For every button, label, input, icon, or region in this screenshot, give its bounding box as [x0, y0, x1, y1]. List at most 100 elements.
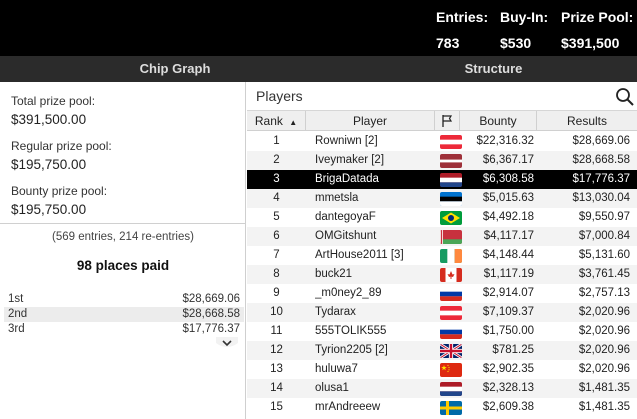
row-bounty: $4,492.18: [482, 211, 534, 223]
tab-structure[interactable]: Structure: [350, 56, 637, 82]
row-rank: 4: [273, 192, 280, 204]
row-results: $2,020.96: [578, 325, 630, 337]
total-prize-pool-value: $391,500.00: [11, 112, 87, 127]
row-bounty: $781.25: [492, 344, 534, 356]
tournament-summary-bar: Entries: 783 Buy-In: $530 Prize Pool: $3…: [0, 0, 637, 56]
column-bounty[interactable]: Bounty: [460, 111, 537, 131]
sweden-flag-icon: [440, 401, 462, 415]
payout-amount: $17,776.37: [182, 323, 240, 335]
row-results: $28,668.58: [572, 154, 630, 166]
brazil-flag-icon: [440, 211, 462, 225]
table-row[interactable]: 15 mrAndreeew $2,609.38 $1,481.35: [247, 398, 637, 417]
row-results: $1,481.35: [578, 382, 630, 394]
row-rank: 14: [270, 382, 283, 394]
row-rank: 3: [273, 173, 280, 185]
places-paid: 98 places paid: [76, 258, 170, 273]
total-prize-pool-label: Total prize pool:: [11, 94, 96, 108]
search-icon[interactable]: [615, 87, 635, 107]
table-row[interactable]: 10 Tydarax $7,109.37 $2,020.96: [247, 303, 637, 322]
payout-amount: $28,669.06: [182, 293, 240, 305]
players-panel: Players Rank ▲ Player Bounty Results 1 Ro…: [247, 82, 637, 419]
row-player-name: buck21: [315, 268, 353, 280]
table-row[interactable]: 4 mmetsla $5,015.63 $13,030.04: [247, 189, 637, 208]
row-bounty: $1,750.00: [482, 325, 534, 337]
row-player-name: 555TOLIK555: [315, 325, 387, 337]
entries-stat: Entries: 783: [436, 7, 488, 54]
row-results: $2,020.96: [578, 363, 630, 375]
row-results: $28,669.06: [572, 135, 630, 147]
table-row[interactable]: 3 BrigaDatada $6,308.58 $17,776.37: [247, 170, 637, 189]
divider: [0, 223, 246, 224]
row-results: $1,481.35: [578, 401, 630, 413]
row-rank: 8: [273, 268, 280, 280]
prize-pool-label: Prize Pool:: [561, 9, 634, 25]
column-player[interactable]: Player: [306, 111, 435, 131]
prize-pool-value: $391,500: [561, 35, 620, 51]
bounty-prize-pool-label: Bounty prize pool:: [11, 184, 108, 198]
table-row[interactable]: 9 _m0ney2_89 $2,914.07 $2,757.13: [247, 284, 637, 303]
row-bounty: $22,316.32: [476, 135, 534, 147]
payout-list: 1st $28,669.06 2nd $28,668.58 3rd $17,77…: [4, 292, 244, 337]
chevron-down-icon[interactable]: [216, 337, 238, 351]
row-bounty: $7,109.37: [482, 306, 534, 318]
table-row[interactable]: 7 ArtHouse2011 [3] $4,148.44 $5,131.60: [247, 246, 637, 265]
row-rank: 12: [270, 344, 283, 356]
latvia-flag-icon: [440, 154, 462, 168]
row-player-name: Rowniwn [2]: [315, 135, 378, 147]
row-rank: 11: [270, 325, 283, 337]
row-bounty: $4,117.17: [483, 230, 534, 242]
row-bounty: $6,308.58: [482, 173, 534, 185]
column-rank[interactable]: Rank ▲: [247, 111, 306, 131]
row-bounty: $4,148.44: [482, 249, 534, 261]
row-player-name: mrAndreeew: [315, 401, 381, 413]
row-results: $17,776.37: [572, 173, 630, 185]
players-table-body: 1 Rowniwn [2] $22,316.32 $28,669.06 2 Iveymak…: [247, 132, 637, 417]
row-player-name: olusa1: [315, 382, 349, 394]
row-results: $2,757.13: [578, 287, 630, 299]
row-player-name: OMGitshunt: [315, 230, 377, 242]
table-row[interactable]: 6 OMGitshunt $4,117.17 $7,000.84: [247, 227, 637, 246]
column-results[interactable]: Results: [537, 111, 637, 131]
table-row[interactable]: 11 555TOLIK555 $1,750.00 $2,020.96: [247, 322, 637, 341]
ireland-flag-icon: [440, 249, 462, 263]
table-row[interactable]: 8 buck21 $1,117.19 $3,761.45: [247, 265, 637, 284]
row-rank: 13: [270, 363, 283, 375]
regular-prize-pool: Regular prize pool: $195,750.00: [11, 139, 112, 174]
china-flag-icon: [440, 363, 462, 377]
row-results: $7,000.84: [578, 230, 630, 242]
payout-row: 3rd $17,776.37: [4, 322, 244, 337]
table-row[interactable]: 1 Rowniwn [2] $22,316.32 $28,669.06: [247, 132, 637, 151]
regular-prize-pool-value: $195,750.00: [11, 157, 87, 172]
estonia-flag-icon: [440, 192, 462, 206]
tabs-bar: Chip Graph Structure: [0, 56, 637, 82]
row-player-name: huluwa7: [315, 363, 358, 375]
row-rank: 2: [273, 154, 280, 166]
row-results: $13,030.04: [572, 192, 630, 204]
canada-flag-icon: [440, 268, 462, 282]
row-player-name: mmetsla: [315, 192, 359, 204]
prize-pool-stat: Prize Pool: $391,500: [561, 7, 633, 54]
table-row[interactable]: 14 olusa1 $2,328.13 $1,481.35: [247, 379, 637, 398]
table-row[interactable]: 12 Tyrion2205 [2] $781.25 $2,020.96: [247, 341, 637, 360]
row-rank: 7: [273, 249, 280, 261]
entries-note: (569 entries, 214 re-entries): [52, 231, 194, 243]
table-row[interactable]: 2 Iveymaker [2] $6,367.17 $28,668.58: [247, 151, 637, 170]
table-row[interactable]: 13 huluwa7 $2,902.35 $2,020.96: [247, 360, 637, 379]
row-player-name: BrigaDatada: [315, 173, 379, 185]
sort-up-icon: ▲: [289, 118, 298, 127]
tab-chip-graph[interactable]: Chip Graph: [0, 56, 350, 82]
row-results: $2,020.96: [578, 306, 630, 318]
prize-info-panel: Total prize pool: $391,500.00 Regular pr…: [0, 82, 246, 419]
row-rank: 9: [273, 287, 280, 299]
column-country[interactable]: [435, 111, 460, 131]
netherlands-flag-icon: [440, 382, 462, 396]
bounty-prize-pool-value: $195,750.00: [11, 202, 87, 217]
payout-row: 1st $28,669.06: [4, 292, 244, 307]
buyin-value: $530: [500, 35, 532, 51]
row-player-name: ArtHouse2011 [3]: [315, 249, 404, 261]
entries-value: 783: [436, 35, 460, 51]
netherlands-flag-icon: [440, 173, 462, 187]
row-results: $2,020.96: [578, 344, 630, 356]
row-player-name: Tydarax: [315, 306, 356, 318]
table-row[interactable]: 5 dantegoyaF $4,492.18 $9,550.97: [247, 208, 637, 227]
